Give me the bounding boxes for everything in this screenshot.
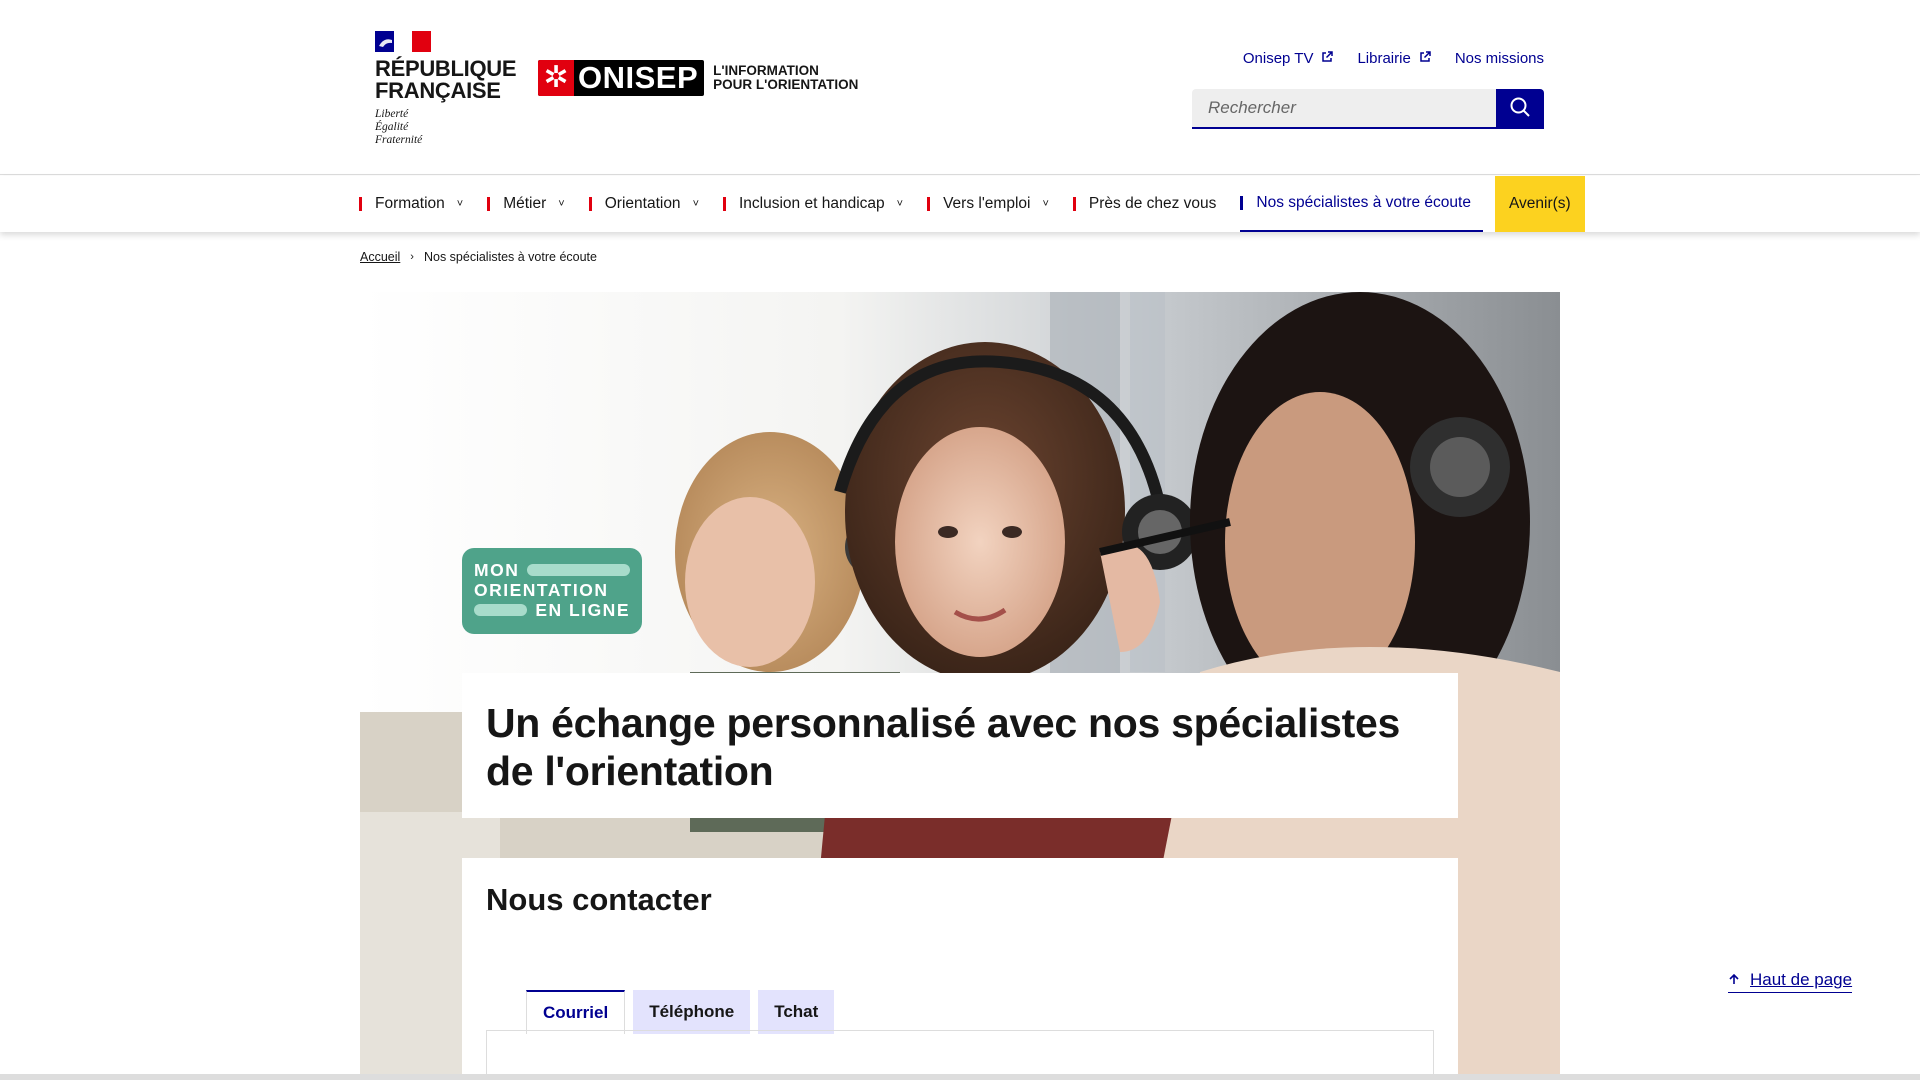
hero-section: MON ORIENTATION EN LIGNE Un échange pers… [360, 292, 1560, 1080]
chevron-down-icon: ˅ [896, 198, 904, 210]
nav-separator [487, 197, 491, 211]
nav-item-pres-de-chez-vous[interactable]: Près de chez vous [1072, 176, 1229, 232]
badge-line-2: ORIENTATION [474, 580, 609, 600]
nos-missions-link[interactable]: Nos missions [1455, 50, 1544, 67]
motto-egalite: Égalité [375, 121, 409, 133]
badge-line-1: MON [474, 560, 520, 580]
nav-separator [1240, 196, 1244, 210]
republique-francaise-logo[interactable]: RÉPUBLIQUE FRANÇAISE Liberté Égalité Fra… [375, 31, 517, 147]
motto-fraternite: Fraternité [375, 134, 423, 146]
nav-item-avenirs[interactable]: Avenir(s) [1494, 176, 1585, 232]
nav-item-metier[interactable]: Métier ˅ [487, 176, 577, 232]
nav-item-vers-emploi[interactable]: Vers l'emploi ˅ [927, 176, 1061, 232]
breadcrumb: Accueil › Nos spécialistes à votre écout… [360, 250, 597, 264]
nav-separator [723, 197, 726, 211]
external-link-icon [1419, 51, 1431, 66]
site-header: RÉPUBLIQUE FRANÇAISE Liberté Égalité Fra… [0, 0, 1920, 175]
tab-courriel[interactable]: Courriel [526, 990, 626, 1034]
external-link-icon [1321, 51, 1334, 66]
page-title: Un échange personnalisé avec nos spécial… [486, 700, 1400, 794]
contact-heading: Nous contacter [486, 882, 712, 917]
badge-pill-decoration [474, 604, 528, 616]
onisep-wordmark: ONISEP [578, 60, 699, 95]
nav-separator [359, 197, 362, 211]
nav-label: Orientation [604, 195, 681, 212]
francaise-line: FRANÇAISE [375, 78, 501, 103]
search-input[interactable] [1192, 89, 1496, 129]
tagline-line-2: POUR L'ORIENTATION [713, 77, 859, 92]
chevron-down-icon: ˅ [558, 198, 565, 210]
onisep-logo-box: ✲ ONISEP [538, 60, 705, 96]
onisep-tagline: L'INFORMATION POUR L'ORIENTATION [713, 64, 858, 92]
horizontal-scrollbar[interactable] [0, 1074, 1920, 1080]
nav-separator [927, 197, 931, 211]
onisep-logo[interactable]: ✲ ONISEP L'INFORMATION POUR L'ORIENTATIO… [538, 60, 858, 96]
nav-item-formation[interactable]: Formation ˅ [359, 176, 475, 232]
mon-orientation-en-ligne-badge: MON ORIENTATION EN LIGNE [462, 548, 642, 634]
nav-label: Formation [375, 195, 445, 212]
search-button[interactable] [1496, 89, 1544, 129]
onisep-tv-link[interactable]: Onisep TV [1243, 50, 1334, 67]
nav-separator [588, 197, 592, 211]
republique-line: RÉPUBLIQUE [375, 56, 517, 81]
contact-tabs: Courriel Téléphone Tchat [526, 990, 835, 1034]
nav-item-nos-specialistes[interactable]: Nos spécialistes à votre écoute [1240, 176, 1483, 232]
librairie-label: Librairie [1357, 50, 1411, 67]
nav-label: Inclusion et handicap [739, 195, 885, 212]
breadcrumb-current: Nos spécialistes à votre écoute [423, 250, 597, 264]
onisep-star-icon: ✲ [538, 60, 574, 96]
hero-title-card: Un échange personnalisé avec nos spécial… [462, 673, 1458, 818]
main-navigation: Formation ˅ Métier ˅ Orientation ˅ Inclu… [0, 176, 1920, 232]
tab-tchat[interactable]: Tchat [758, 990, 835, 1034]
badge-pill-decoration [527, 564, 630, 576]
header-top-links: Onisep TV Librairie Nos missions [1243, 50, 1544, 67]
motto-liberte: Liberté [375, 108, 409, 120]
onisep-tv-label: Onisep TV [1242, 50, 1314, 67]
tab-telephone[interactable]: Téléphone [633, 990, 751, 1034]
breadcrumb-home-link[interactable]: Accueil [360, 250, 400, 264]
nos-missions-label: Nos missions [1454, 50, 1544, 67]
republic-motto: Liberté Égalité Fraternité [375, 108, 516, 147]
librairie-link[interactable]: Librairie [1357, 50, 1431, 67]
chevron-down-icon: ˅ [692, 198, 699, 210]
nav-label: Nos spécialistes à votre écoute [1256, 194, 1471, 211]
nav-label: Métier [503, 195, 547, 212]
nav-label: Vers l'emploi [943, 195, 1031, 212]
nav-label: Près de chez vous [1088, 195, 1217, 212]
nav-item-inclusion-handicap[interactable]: Inclusion et handicap ˅ [723, 176, 915, 232]
nav-label: Avenir(s) [1508, 195, 1571, 212]
tab-panel [486, 1030, 1434, 1080]
chevron-right-icon: › [410, 251, 414, 263]
contact-card: Nous contacter Courriel Téléphone Tchat [462, 858, 1458, 1080]
badge-line-3: EN LIGNE [535, 600, 630, 620]
nav-item-orientation[interactable]: Orientation ˅ [588, 176, 711, 232]
marianne-flag-icon [375, 31, 431, 52]
back-to-top-label: Haut de page [1750, 970, 1853, 989]
arrow-up-icon [1728, 970, 1740, 990]
nav-separator [1072, 197, 1076, 211]
search-bar [1192, 89, 1544, 129]
back-to-top-link[interactable]: Haut de page [1728, 970, 1853, 993]
republique-title: RÉPUBLIQUE FRANÇAISE [375, 56, 517, 103]
chevron-down-icon: ˅ [456, 198, 464, 210]
tagline-line-1: L'INFORMATION [713, 63, 819, 78]
search-icon [1509, 96, 1531, 123]
chevron-down-icon: ˅ [1042, 198, 1049, 210]
